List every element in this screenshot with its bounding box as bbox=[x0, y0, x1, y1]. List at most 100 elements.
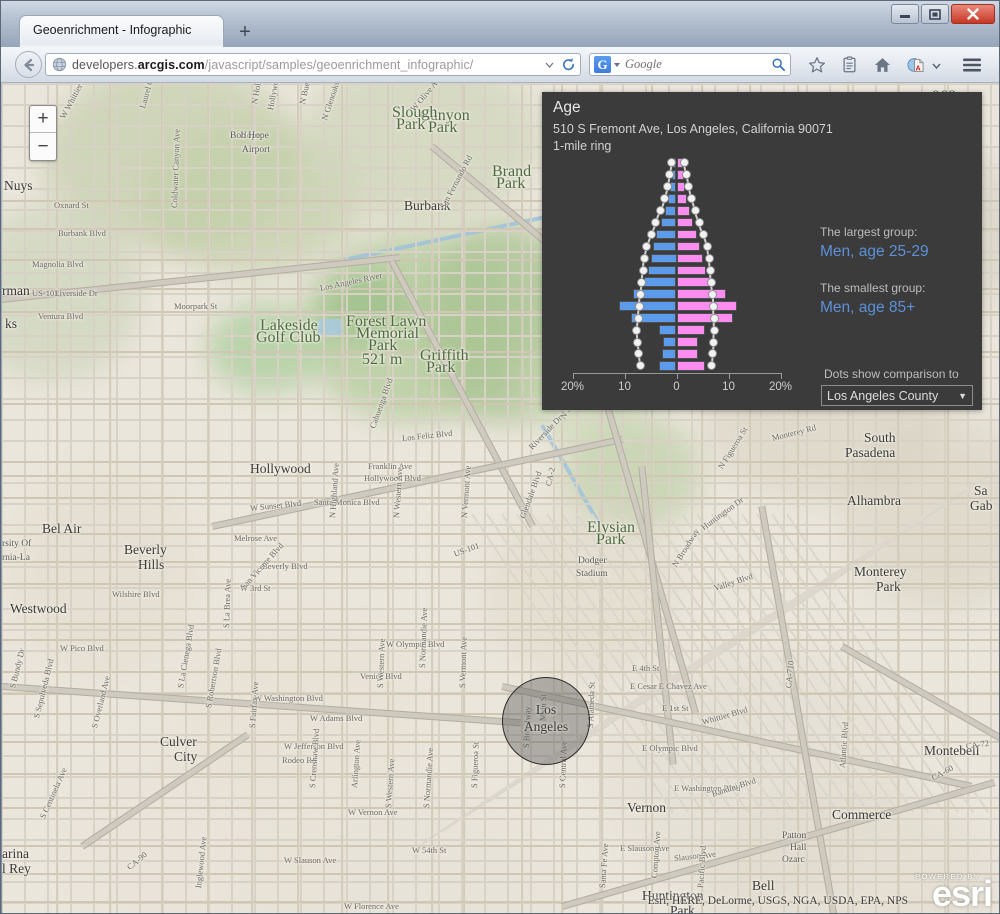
map-road bbox=[206, 84, 210, 913]
pyramid-bar-male[interactable] bbox=[665, 205, 677, 216]
comparison-dot-male[interactable] bbox=[634, 338, 641, 346]
pyramid-bar-female[interactable] bbox=[676, 337, 698, 347]
search-bar[interactable]: G Google bbox=[589, 53, 791, 76]
pyramid-bar-male[interactable] bbox=[662, 337, 677, 347]
comparison-dot-male[interactable] bbox=[643, 242, 651, 250]
comparison-dot-male[interactable] bbox=[636, 290, 644, 298]
pyramid-bar-female[interactable] bbox=[676, 301, 737, 312]
library-icon bbox=[842, 56, 856, 73]
pyramid-bar-female[interactable] bbox=[676, 361, 705, 371]
pdf-extension-button[interactable]: A bbox=[902, 52, 928, 78]
minimize-button[interactable] bbox=[891, 4, 919, 24]
search-icon[interactable] bbox=[771, 57, 786, 72]
comparison-dot-female[interactable] bbox=[709, 350, 717, 358]
browser-tab[interactable]: Geoenrichment - Infographic bbox=[19, 15, 224, 47]
map-road bbox=[2, 860, 999, 862]
comparison-dot-female[interactable] bbox=[695, 219, 703, 227]
map-road bbox=[2, 873, 999, 876]
hamburger-menu-icon bbox=[963, 58, 981, 72]
pyramid-bar-male[interactable] bbox=[643, 277, 677, 288]
search-input[interactable]: Google bbox=[625, 57, 771, 72]
comparison-dot-female[interactable] bbox=[688, 195, 696, 203]
pyramid-bar-male[interactable] bbox=[655, 229, 677, 240]
pyramid-bar-female[interactable] bbox=[676, 217, 694, 228]
comparison-dot-male[interactable] bbox=[636, 362, 644, 370]
comparison-dot-female[interactable] bbox=[710, 314, 718, 322]
map-street-label: S Figueroa St bbox=[469, 741, 481, 789]
comparison-dot-male[interactable] bbox=[635, 302, 643, 310]
comparison-dot-female[interactable] bbox=[700, 231, 708, 239]
comparison-dot-female[interactable] bbox=[710, 338, 718, 346]
axis-tick-label: 20% bbox=[768, 381, 793, 393]
pyramid-bar-male[interactable] bbox=[658, 325, 677, 335]
pyramid-bar-female[interactable] bbox=[676, 349, 699, 359]
comparison-dot-female[interactable] bbox=[683, 171, 691, 179]
comparison-dot-male[interactable] bbox=[661, 195, 669, 203]
new-tab-button[interactable]: + bbox=[233, 21, 257, 45]
menu-button[interactable] bbox=[959, 52, 985, 78]
map-road bbox=[2, 533, 999, 536]
pyramid-bar-male[interactable] bbox=[670, 181, 677, 192]
pyramid-bar-female[interactable] bbox=[676, 193, 687, 204]
comparison-dot-male[interactable] bbox=[652, 219, 660, 227]
comparison-dot-female[interactable] bbox=[680, 159, 688, 167]
comparison-dot-female[interactable] bbox=[685, 183, 693, 191]
pyramid-bar-female[interactable] bbox=[676, 277, 710, 288]
comparison-dot-male[interactable] bbox=[634, 314, 642, 322]
comparison-dot-female[interactable] bbox=[706, 266, 714, 274]
comparison-select[interactable]: Los Angeles County ▼ bbox=[821, 385, 973, 406]
toolbar-overflow-button[interactable] bbox=[928, 52, 944, 78]
window-controls bbox=[891, 4, 995, 24]
pyramid-bar-female[interactable] bbox=[676, 229, 698, 240]
comparison-dot-female[interactable] bbox=[705, 254, 713, 262]
comparison-dot-male[interactable] bbox=[635, 350, 643, 358]
zoom-out-button[interactable]: − bbox=[30, 133, 56, 160]
library-button[interactable] bbox=[836, 52, 862, 78]
bookmark-star-button[interactable] bbox=[804, 52, 830, 78]
pyramid-bar-male[interactable] bbox=[660, 217, 677, 228]
one-mile-ring-overlay[interactable] bbox=[502, 677, 590, 765]
comparison-dot-female[interactable] bbox=[709, 302, 717, 310]
search-engine-chevron-down-icon[interactable] bbox=[614, 62, 620, 67]
pyramid-bar-female[interactable] bbox=[676, 241, 701, 252]
pyramid-bar-male[interactable] bbox=[668, 193, 677, 204]
address-bar[interactable]: developers.arcgis.com/javascript/samples… bbox=[45, 53, 581, 76]
pyramid-bar-female[interactable] bbox=[676, 253, 703, 264]
pyramid-bar-male[interactable] bbox=[619, 301, 677, 312]
zoom-in-button[interactable]: + bbox=[30, 106, 56, 133]
pyramid-bar-female[interactable] bbox=[676, 181, 685, 192]
dropmarker-icon[interactable] bbox=[544, 59, 555, 70]
comparison-dot-female[interactable] bbox=[708, 362, 716, 370]
comparison-dot-male[interactable] bbox=[638, 278, 646, 286]
comparison-dot-female[interactable] bbox=[703, 242, 711, 250]
pyramid-bar-male[interactable] bbox=[658, 361, 677, 371]
pyramid-bar-male[interactable] bbox=[652, 241, 677, 252]
comparison-dot-male[interactable] bbox=[639, 266, 647, 274]
pyramid-bar-female[interactable] bbox=[676, 325, 705, 335]
maximize-button[interactable] bbox=[921, 4, 949, 24]
panel-ring: 1-mile ring bbox=[553, 139, 612, 153]
comparison-dot-male[interactable] bbox=[633, 326, 641, 334]
pyramid-bar-female[interactable] bbox=[676, 313, 733, 323]
url-prefix: developers. bbox=[72, 57, 138, 72]
comparison-dot-female[interactable] bbox=[707, 278, 715, 286]
pyramid-bar-male[interactable] bbox=[648, 265, 677, 276]
comparison-dot-female[interactable] bbox=[710, 326, 718, 334]
axis-tick bbox=[728, 373, 730, 379]
minimize-icon bbox=[900, 14, 910, 18]
comparison-dot-female[interactable] bbox=[691, 207, 699, 215]
comparison-dot-male[interactable] bbox=[647, 231, 655, 239]
map-road bbox=[2, 497, 999, 500]
comparison-dot-male[interactable] bbox=[640, 254, 648, 262]
pyramid-bar-female[interactable] bbox=[676, 289, 726, 300]
pyramid-bar-male[interactable] bbox=[650, 253, 677, 264]
comparison-dot-male[interactable] bbox=[656, 207, 664, 215]
close-button[interactable] bbox=[951, 4, 995, 24]
pyramid-bar-female[interactable] bbox=[676, 265, 706, 276]
back-button[interactable] bbox=[15, 51, 42, 78]
home-button[interactable] bbox=[869, 52, 895, 78]
map-road bbox=[2, 503, 999, 505]
reload-icon[interactable] bbox=[561, 57, 576, 72]
pyramid-bar-male[interactable] bbox=[662, 349, 677, 359]
pyramid-bar-female[interactable] bbox=[676, 205, 691, 216]
